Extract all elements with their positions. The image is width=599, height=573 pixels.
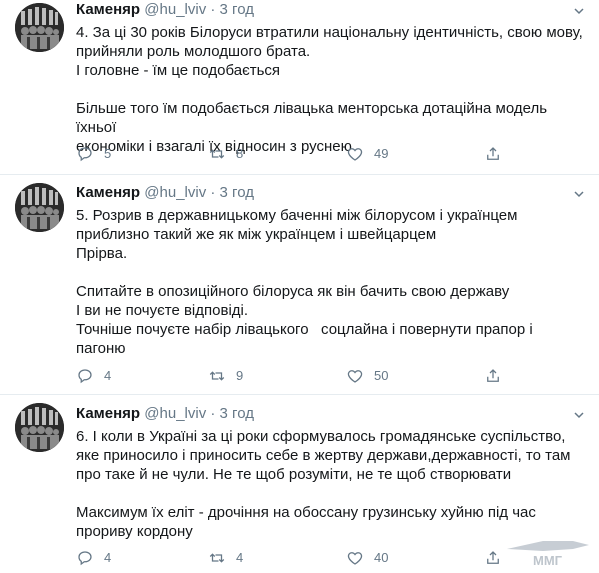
tweet-header: Каменяр @hu_lviv · 3 год xyxy=(76,0,254,20)
like-button[interactable]: 50 xyxy=(346,366,388,386)
retweet-button[interactable]: 8 xyxy=(208,144,243,164)
share-icon xyxy=(487,147,499,160)
reply-icon xyxy=(78,551,92,566)
reply-button[interactable]: 4 xyxy=(76,366,111,386)
timestamp[interactable]: 3 год xyxy=(220,1,254,18)
reply-count: 4 xyxy=(104,368,112,383)
tweet-line: Більше того їм подобається лівацька мент… xyxy=(76,100,552,136)
tweet-text: 5. Розрив в державницькому баченні між б… xyxy=(76,206,591,358)
retweet-count: 8 xyxy=(236,146,244,161)
avatar[interactable] xyxy=(15,183,64,232)
timestamp[interactable]: 3 год xyxy=(220,405,254,422)
tweet-line: Спитайте в опозиційного білоруса як він … xyxy=(76,283,510,300)
heart-icon xyxy=(347,148,363,161)
tweet-line: 5. Розрив в державницькому баченні між б… xyxy=(76,207,518,224)
tweet-line: Максимум їх еліт - дрочіння на обоссану … xyxy=(76,504,536,521)
tweet-line: яке приносило і приносить себе в жертву … xyxy=(76,447,571,464)
reply-count: 4 xyxy=(104,550,112,565)
share-icon xyxy=(487,551,499,564)
tweet-header: Каменяр @hu_lviv · 3 год xyxy=(76,183,254,203)
avatar[interactable] xyxy=(15,3,64,52)
tweet-line: пагоню xyxy=(76,340,126,357)
tweet-text: 4. За ці 30 років Білоруси втратили наці… xyxy=(76,23,591,156)
timestamp[interactable]: 3 год xyxy=(220,184,254,201)
display-name[interactable]: Каменяр xyxy=(76,405,140,422)
tweet-line: про таке й не чули. Не те щоб розуміти, … xyxy=(76,466,512,483)
separator-dot: · xyxy=(210,184,216,201)
heart-icon xyxy=(347,370,363,383)
tweet-line: Точніше почуєте набір лівацького соцлайн… xyxy=(76,321,533,338)
watermark-logo: ММГ xyxy=(507,541,589,568)
watermark-text: ММГ xyxy=(533,553,563,568)
tweet-line-gap xyxy=(76,484,591,503)
avatar[interactable] xyxy=(15,403,64,452)
tweet-actions: 4 4 40 xyxy=(76,548,516,568)
share-button[interactable] xyxy=(484,144,512,164)
user-handle[interactable]: @hu_lviv xyxy=(144,1,206,18)
tweet[interactable]: Каменяр @hu_lviv · 3 год 5. Розрив в дер… xyxy=(0,175,599,395)
share-button[interactable] xyxy=(484,366,512,386)
like-count: 50 xyxy=(374,368,389,383)
retweet-icon xyxy=(209,371,225,381)
reply-button[interactable]: 4 xyxy=(76,548,111,568)
retweet-button[interactable]: 4 xyxy=(208,548,243,568)
tweet-line-gap xyxy=(76,263,591,282)
retweet-count: 9 xyxy=(236,368,244,383)
retweet-icon xyxy=(209,149,225,159)
display-name[interactable]: Каменяр xyxy=(76,184,140,201)
tweet-line: прийняли роль молодшого брата. xyxy=(76,43,311,60)
tweet-header: Каменяр @hu_lviv · 3 год xyxy=(76,404,254,424)
timeline: Каменяр @hu_lviv · 3 год 4. За ці 30 рок… xyxy=(0,0,599,573)
display-name[interactable]: Каменяр xyxy=(76,1,140,18)
tweet-line: 4. За ці 30 років Білоруси втратили наці… xyxy=(76,24,583,41)
user-handle[interactable]: @hu_lviv xyxy=(144,405,206,422)
share-icon xyxy=(487,369,499,382)
tweet-line: І ви не почуєте відповіді. xyxy=(76,302,249,319)
like-count: 40 xyxy=(374,550,389,565)
tweet-line: 6. І коли в Україні за ці роки сформувал… xyxy=(76,428,566,445)
reply-button[interactable]: 5 xyxy=(76,144,111,164)
chevron-down-icon[interactable] xyxy=(573,5,585,17)
retweet-icon xyxy=(209,553,225,563)
reply-icon xyxy=(78,369,92,384)
tweet-actions: 5 8 49 xyxy=(76,144,516,164)
reply-count: 5 xyxy=(104,146,112,161)
like-button[interactable]: 49 xyxy=(346,144,388,164)
tweet-actions: 4 9 50 xyxy=(76,366,516,386)
user-handle[interactable]: @hu_lviv xyxy=(144,184,206,201)
reply-icon xyxy=(78,147,92,162)
tweet-text: 6. І коли в Україні за ці роки сформувал… xyxy=(76,427,591,541)
like-count: 49 xyxy=(374,146,389,161)
retweet-button[interactable]: 9 xyxy=(208,366,243,386)
tweet-line: І головне - їм це подобається xyxy=(76,62,281,79)
heart-icon xyxy=(347,552,363,565)
separator-dot: · xyxy=(210,405,216,422)
chevron-down-icon[interactable] xyxy=(573,409,585,421)
separator-dot: · xyxy=(210,1,216,18)
tweet-line: Прірва. xyxy=(76,245,128,262)
tweet-line: приблизно такий же як між українцем і шв… xyxy=(76,226,437,243)
retweet-count: 4 xyxy=(236,550,244,565)
tweet[interactable]: Каменяр @hu_lviv · 3 год 4. За ці 30 рок… xyxy=(0,0,599,175)
tweet-line-gap xyxy=(76,80,591,99)
like-button[interactable]: 40 xyxy=(346,548,388,568)
chevron-down-icon[interactable] xyxy=(573,188,585,200)
